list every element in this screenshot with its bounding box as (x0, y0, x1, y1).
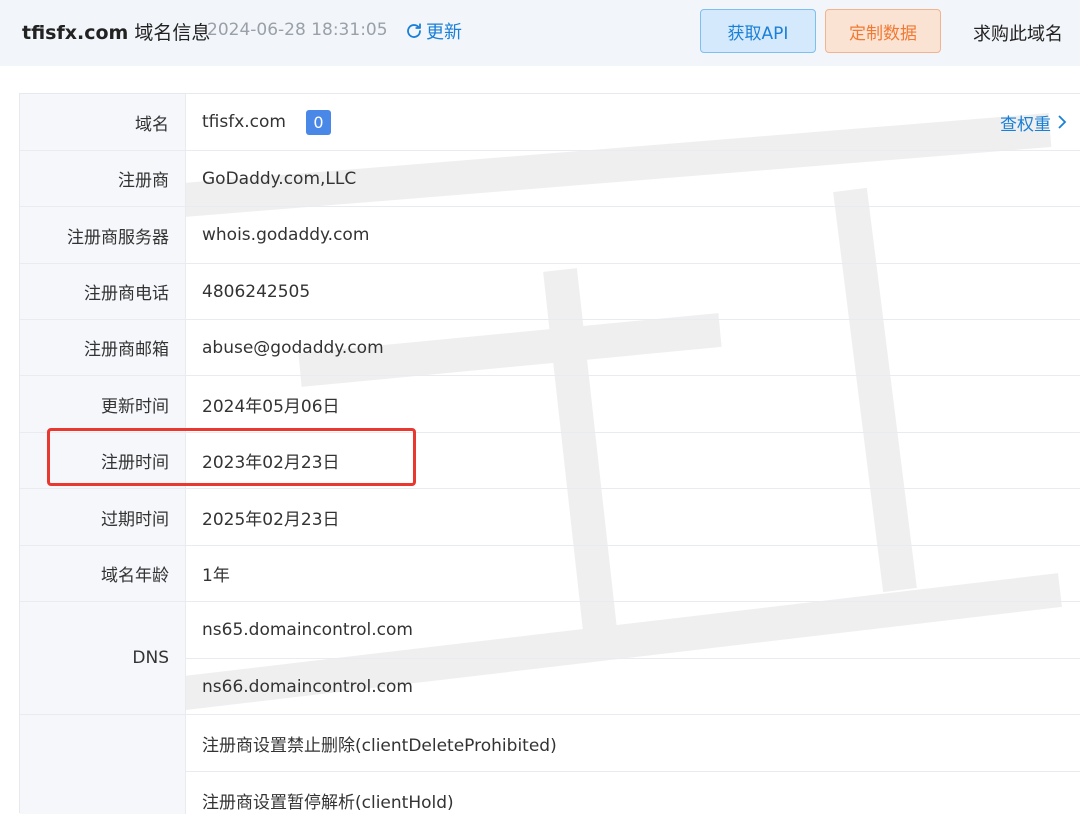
status-item: 注册商设置禁止删除(clientDeleteProhibited) (202, 735, 557, 756)
row-label: 注册商服务器 (20, 207, 186, 263)
row-label: 注册商邮箱 (20, 320, 186, 375)
row-registrar: 注册商 GoDaddy.com,LLC (20, 151, 1080, 207)
row-registrar-server: 注册商服务器 whois.godaddy.com (20, 207, 1080, 264)
row-updated-date: 更新时间 2024年05月06日 (20, 376, 1080, 433)
domain-value: tfisfx.com (202, 112, 286, 132)
row-value: GoDaddy.com,LLC (202, 168, 357, 189)
chevron-right-icon (1058, 115, 1067, 129)
row-label: 域名年龄 (20, 546, 186, 601)
row-label: DNS (20, 602, 186, 714)
query-timestamp: 2024-06-28 18:31:05 (207, 20, 388, 40)
row-label: 更新时间 (20, 376, 186, 432)
row-label: 注册商电话 (20, 264, 186, 319)
dns-server: ns65.domaincontrol.com (202, 620, 413, 640)
row-domain: 域名 tfisfx.com 0 查权重 (20, 94, 1080, 151)
row-label: 域名 (20, 94, 186, 150)
row-value: whois.godaddy.com (202, 225, 370, 245)
row-status: 注册商设置禁止删除(clientDeleteProhibited) 注册商设置暂… (20, 715, 1080, 814)
row-value: tfisfx.com 0 (202, 94, 1080, 150)
row-label: 注册时间 (20, 433, 186, 488)
status-item: 注册商设置暂停解析(clientHold) (202, 792, 454, 813)
row-value: 2024年05月06日 (202, 396, 340, 417)
page-title: tfisfx.com 域名信息 (22, 18, 210, 45)
refresh-button[interactable]: 更新 (405, 18, 462, 44)
refresh-icon (407, 23, 421, 38)
check-weight-link[interactable]: 查权重 (1000, 94, 1067, 150)
row-registrar-email: 注册商邮箱 abuse@godaddy.com (20, 320, 1080, 376)
title-suffix: 域名信息 (134, 22, 211, 44)
row-domain-age: 域名年龄 1年 (20, 546, 1080, 602)
row-value: 2023年02月23日 (202, 453, 340, 473)
row-registered-date: 注册时间 2023年02月23日 (20, 433, 1080, 489)
get-api-button[interactable]: 获取API (700, 9, 816, 53)
row-label (20, 715, 186, 814)
row-label: 注册商 (20, 151, 186, 206)
domain-badge: 0 (306, 109, 331, 135)
whois-table: 域名 tfisfx.com 0 查权重 注册商 GoDaddy.com,LLC … (19, 93, 1080, 814)
check-weight-label: 查权重 (1000, 114, 1051, 135)
refresh-label: 更新 (426, 22, 462, 43)
row-value: 2025年02月23日 (202, 509, 340, 530)
buy-domain-link[interactable]: 求购此域名 (973, 20, 1063, 46)
custom-data-button[interactable]: 定制数据 (825, 9, 941, 53)
page-header: tfisfx.com 域名信息 2024-06-28 18:31:05 更新 获… (0, 0, 1080, 66)
dns-server: ns66.domaincontrol.com (202, 677, 413, 697)
row-value: 4806242505 (202, 281, 311, 302)
row-expiry-date: 过期时间 2025年02月23日 (20, 489, 1080, 546)
row-registrar-phone: 注册商电话 4806242505 (20, 264, 1080, 320)
row-label: 过期时间 (20, 489, 186, 545)
row-value: abuse@godaddy.com (202, 337, 384, 358)
row-value: 1年 (202, 566, 230, 586)
row-dns: DNS ns65.domaincontrol.com ns66.domainco… (20, 602, 1080, 715)
title-domain: tfisfx.com (22, 22, 129, 44)
